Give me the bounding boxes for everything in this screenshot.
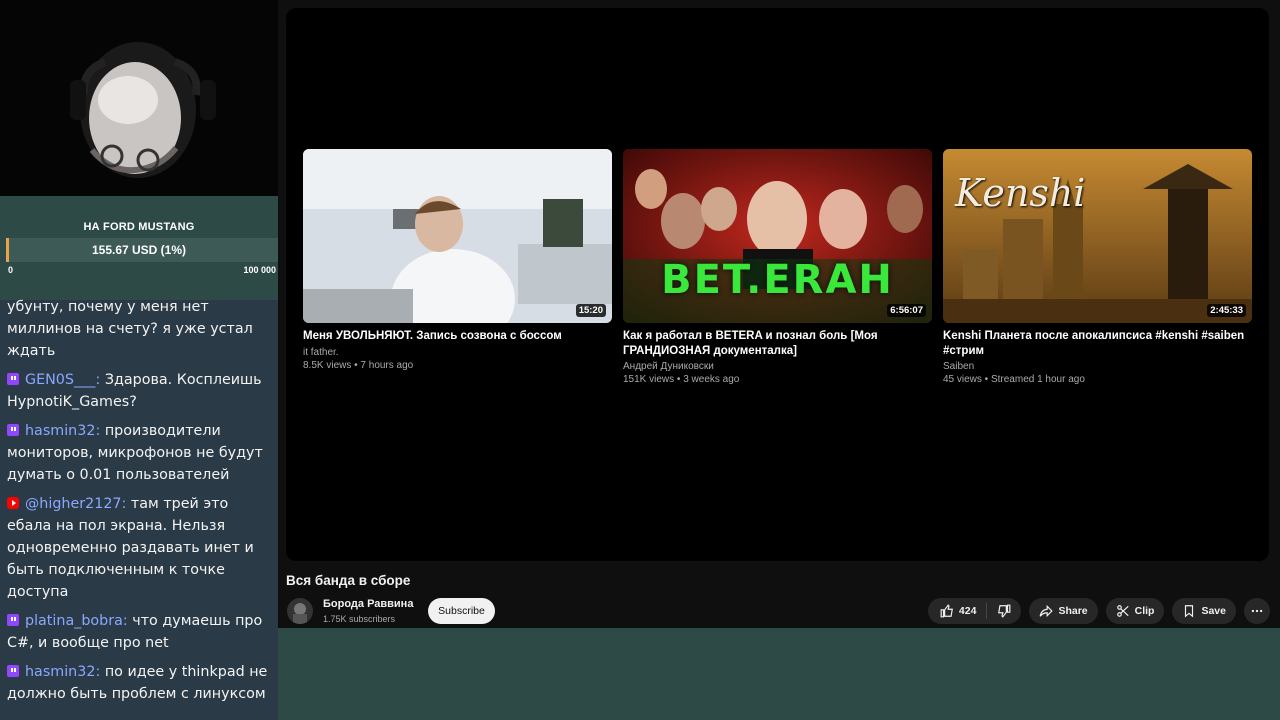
video-thumbnail[interactable]: Kenshi 2:45:33 <box>943 149 1252 323</box>
video-player[interactable]: 15:20 Меня УВОЛЬНЯЮТ. Запись созвона с б… <box>286 8 1269 561</box>
subscriber-count: 1.75K subscribers <box>323 614 396 624</box>
thumbs-down-icon <box>998 604 1011 618</box>
chat-text: убунту, почему у меня нет миллинов на сч… <box>7 299 253 359</box>
chat-username[interactable]: @higher2127 <box>25 496 122 512</box>
chat-separator: : <box>95 372 105 388</box>
thumbs-up-icon <box>940 604 953 618</box>
duration-badge: 6:56:07 <box>887 304 926 317</box>
channel-name[interactable]: Борода Раввина <box>323 598 413 610</box>
chat-separator: : <box>95 423 105 439</box>
video-actions: 424 Share Clip Save <box>927 598 1270 624</box>
video-title[interactable]: Kenshi Планета после апокалипсиса #kensh… <box>943 329 1252 358</box>
end-screen-video-card[interactable]: BET.ERAH 6:56:07 Как я работал в BETERA … <box>623 149 932 385</box>
chat-username[interactable]: GEN0S___ <box>25 372 95 388</box>
video-title[interactable]: Как я работал в BETERA и познал боль [Мо… <box>623 329 932 358</box>
chat-message: убунту, почему у меня нет миллинов на сч… <box>7 296 270 362</box>
youtube-icon <box>7 497 19 509</box>
duration-badge: 2:45:33 <box>1207 304 1246 317</box>
duration-badge: 15:20 <box>575 304 606 317</box>
video-thumbnail[interactable]: BET.ERAH 6:56:07 <box>623 149 932 323</box>
dislike-button[interactable] <box>987 604 1021 618</box>
screen: НА FORD MUSTANG 155.67 USD (1%) 0 100 00… <box>0 0 1280 720</box>
save-button[interactable]: Save <box>1172 598 1236 624</box>
video-channel[interactable]: it father. <box>303 347 612 358</box>
chat-separator: : <box>121 496 131 512</box>
donation-goal: НА FORD MUSTANG 155.67 USD (1%) 0 100 00… <box>0 196 278 300</box>
chat-message: @higher2127: там трей это ебала на пол э… <box>7 493 270 603</box>
chat-username[interactable]: platina_bobra <box>25 613 123 629</box>
clip-button[interactable]: Clip <box>1105 598 1165 624</box>
subscribe-button[interactable]: Subscribe <box>428 598 495 624</box>
video-thumbnail[interactable]: 15:20 <box>303 149 612 323</box>
video-meta: 8.5K views • 7 hours ago <box>303 359 414 371</box>
end-screen-video-card[interactable]: Kenshi 2:45:33 Kenshi Планета после апок… <box>943 149 1252 385</box>
twitch-icon <box>7 665 19 677</box>
chat-message: hasmin32: производители мониторов, микро… <box>7 420 270 486</box>
more-icon <box>1251 609 1263 613</box>
save-label: Save <box>1201 605 1226 617</box>
chat-separator: : <box>122 613 133 629</box>
twitch-icon <box>7 614 19 626</box>
twitch-icon <box>7 373 19 385</box>
stream-overlay-column: НА FORD MUSTANG 155.67 USD (1%) 0 100 00… <box>0 0 278 720</box>
scissors-icon <box>1116 605 1129 617</box>
video-meta: 45 views • Streamed 1 hour ago <box>943 374 1085 385</box>
thumbnail-text: Kenshi <box>955 171 1086 215</box>
clip-label: Clip <box>1134 605 1155 617</box>
chat-message: platina_bobra: что думаешь про C#, и воо… <box>7 610 270 654</box>
like-button[interactable]: 424 <box>928 603 988 619</box>
more-actions-button[interactable] <box>1244 598 1270 624</box>
chat-feed: убунту, почему у меня нет миллинов на сч… <box>0 296 278 720</box>
goal-amount: 155.67 USD (1%) <box>91 243 187 257</box>
goal-min: 0 <box>8 265 14 275</box>
goal-title: НА FORD MUSTANG <box>83 221 195 233</box>
like-count: 424 <box>958 605 977 617</box>
end-screen-video-card[interactable]: 15:20 Меня УВОЛЬНЯЮТ. Запись созвона с б… <box>303 149 612 371</box>
goal-max: 100 000 <box>243 265 276 275</box>
video-title[interactable]: Меня УВОЛЬНЯЮТ. Запись созвона с боссом <box>303 329 612 344</box>
share-button[interactable]: Share <box>1029 598 1098 624</box>
webcam-feed <box>0 0 278 196</box>
thumbnail-text: BET.ERAH <box>661 257 894 303</box>
share-label: Share <box>1058 605 1088 617</box>
overlay-background <box>278 628 1280 720</box>
chat-message: hasmin32: по идее у thinkpad не должно б… <box>7 661 270 705</box>
chat-username[interactable]: hasmin32 <box>25 664 95 680</box>
share-icon <box>1040 604 1054 618</box>
avatar[interactable] <box>287 598 313 624</box>
video-section: 15:20 Меня УВОЛЬНЯЮТ. Запись созвона с б… <box>278 0 1280 628</box>
video-channel[interactable]: Saiben <box>943 361 1252 372</box>
video-meta: 151K views • 3 weeks ago <box>623 374 740 385</box>
video-channel[interactable]: Андрей Дуниковски <box>623 361 932 372</box>
video-title-main: Вся банда в сборе <box>286 573 411 588</box>
chat-message: GEN0S___: Здарова. Косплеишь HypnotiK_Ga… <box>7 369 270 413</box>
chat-separator: : <box>95 664 105 680</box>
chat-username[interactable]: hasmin32 <box>25 423 95 439</box>
bookmark-icon <box>1185 605 1194 618</box>
like-dislike-group: 424 <box>927 598 1022 624</box>
twitch-icon <box>7 424 19 436</box>
